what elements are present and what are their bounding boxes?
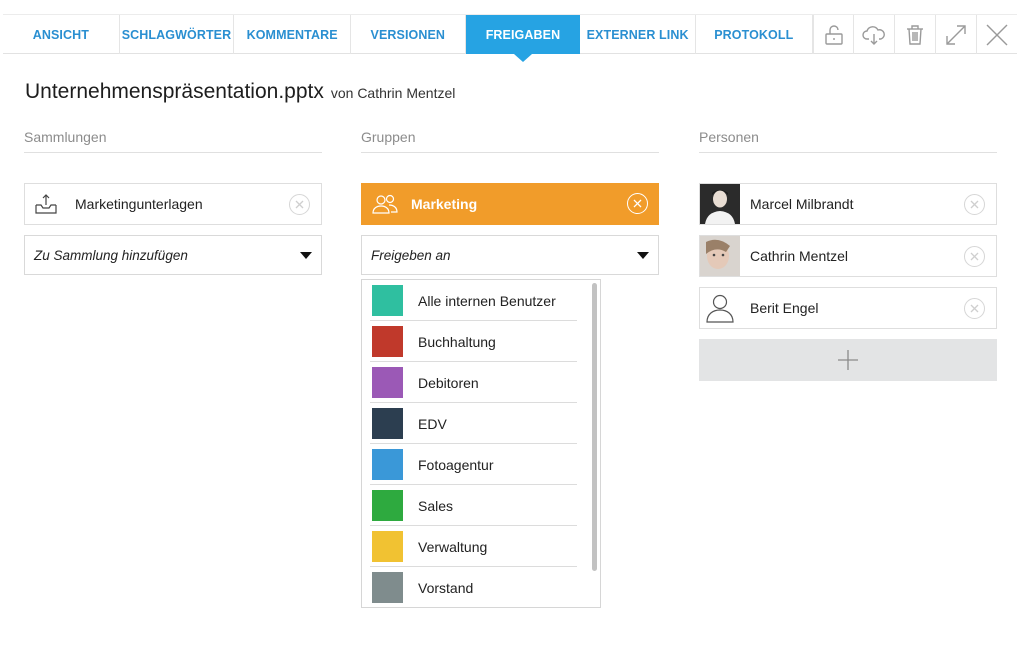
close-icon [970,252,979,261]
remove-person-button[interactable] [964,246,985,267]
group-dropdown-list: Alle internen Benutzer Buchhaltung Debit… [361,279,601,608]
color-swatch [372,285,403,316]
color-swatch [372,408,403,439]
caret-down-icon [637,252,649,259]
avatar [700,184,740,224]
add-person-button[interactable] [699,339,997,381]
group-option[interactable]: Alle internen Benutzer [362,280,600,321]
tab-bar: ANSICHT SCHLAGWÖRTER KOMMENTARE VERSIONE… [3,14,1017,62]
persons-heading: Personen [699,124,997,153]
unlock-button[interactable] [812,15,854,54]
remove-person-button[interactable] [964,194,985,215]
person-item: Cathrin Mentzel [699,235,997,277]
collection-item: Marketingunterlagen [24,183,322,225]
group-option[interactable]: Debitoren [362,362,600,403]
group-label: Marketing [411,196,478,212]
dropdown-scrollbar[interactable] [592,283,597,571]
option-label: EDV [418,415,447,432]
group-option[interactable]: Buchhaltung [362,321,600,362]
close-icon [295,200,304,209]
collection-label: Marketingunterlagen [75,196,203,212]
close-icon [633,199,642,208]
option-label: Fotoagentur [418,456,494,473]
collections-heading: Sammlungen [24,124,322,153]
file-name: Unternehmenspräsentation.pptx [25,80,324,103]
remove-group-button[interactable] [627,193,648,214]
tab-freigaben[interactable]: FREIGABEN [465,15,581,62]
color-swatch [372,572,403,603]
color-swatch [372,367,403,398]
expand-icon [946,24,966,45]
group-option[interactable]: Vorstand [362,567,600,607]
caret-down-icon [300,252,312,259]
remove-person-button[interactable] [964,298,985,319]
avatar [700,236,740,276]
unlock-icon [824,24,843,45]
color-swatch [372,449,403,480]
tab-schlagwoerter[interactable]: SCHLAGWÖRTER [120,15,235,54]
cloud-download-icon [862,25,886,45]
groups-heading: Gruppen [361,124,659,153]
plus-icon [838,350,858,370]
users-icon [372,194,398,214]
color-swatch [372,326,403,357]
inbox-upload-icon [35,194,57,214]
option-label: Vorstand [418,579,474,596]
expand-button[interactable] [935,15,976,54]
tab-versionen[interactable]: VERSIONEN [351,15,466,54]
option-label: Buchhaltung [418,333,496,350]
select-placeholder: Zu Sammlung hinzufügen [34,247,188,263]
remove-collection-button[interactable] [289,194,310,215]
groups-column: Gruppen Marketing Freigeben an Alle inte… [361,124,659,608]
tab-ansicht[interactable]: ANSICHT [3,15,120,54]
user-placeholder-icon [700,288,740,328]
close-button[interactable] [976,15,1017,54]
download-button[interactable] [853,15,894,54]
option-label: Alle internen Benutzer [418,292,556,309]
close-icon [986,24,1008,45]
group-item-marketing: Marketing [361,183,659,225]
tab-protokoll[interactable]: PROTOKOLL [696,15,813,54]
person-name: Cathrin Mentzel [750,248,849,264]
option-label: Verwaltung [418,538,488,555]
persons-column: Personen Marcel Milbrandt Cathrin Mentze… [699,124,997,381]
tab-kommentare[interactable]: KOMMENTARE [234,15,351,54]
close-icon [970,304,979,313]
person-item: Berit Engel [699,287,997,329]
person-name: Marcel Milbrandt [750,196,854,212]
color-swatch [372,531,403,562]
option-label: Sales [418,497,454,514]
select-placeholder: Freigeben an [371,247,451,263]
close-icon [970,200,979,209]
group-option[interactable]: Fotoagentur [362,444,600,485]
group-option[interactable]: EDV [362,403,600,444]
color-swatch [372,490,403,521]
add-to-collection-select[interactable]: Zu Sammlung hinzufügen [24,235,322,275]
file-owner: von Cathrin Mentzel [330,85,456,101]
option-label: Debitoren [418,374,479,391]
trash-icon [907,24,924,45]
collections-column: Sammlungen Marketingunterlagen Zu Sammlu… [24,124,322,275]
group-option[interactable]: Verwaltung [362,526,600,567]
share-with-select[interactable]: Freigeben an [361,235,659,275]
delete-button[interactable] [894,15,935,54]
file-title-row: Unternehmenspräsentation.pptx von Cathri… [25,80,455,104]
group-option[interactable]: Sales [362,485,600,526]
tab-externer-link[interactable]: EXTERNER LINK [580,15,696,54]
person-item: Marcel Milbrandt [699,183,997,225]
person-name: Berit Engel [750,300,819,316]
